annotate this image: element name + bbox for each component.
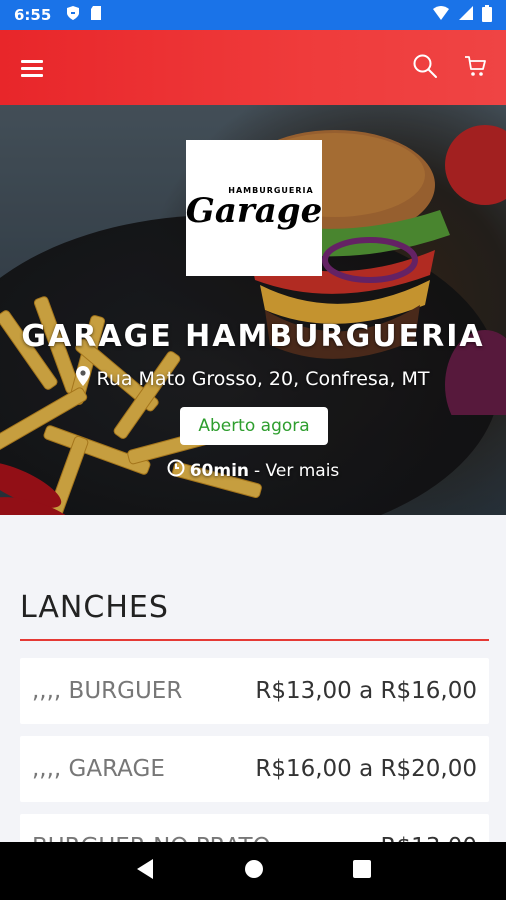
restaurant-address: Rua Mato Grosso, 20, Confresa, MT [0, 366, 506, 391]
menu-item-price: R$16,00 a R$20,00 [255, 756, 477, 782]
address-text: Rua Mato Grosso, 20, Confresa, MT [96, 367, 430, 390]
menu-item-card[interactable]: ,,,, GARAGE R$16,00 a R$20,00 [20, 736, 489, 802]
restaurant-logo: HAMBURGUERIA Garage [186, 140, 322, 276]
back-icon[interactable] [135, 858, 155, 884]
status-time: 6:55 [14, 6, 52, 24]
status-bar: 6:55 [0, 0, 506, 30]
menu-item-name: ,,,, BURGUER [32, 678, 183, 704]
menu-item-price: R$13,00 a R$16,00 [255, 678, 477, 704]
shield-icon [65, 5, 81, 25]
sd-card-icon [89, 5, 103, 25]
delivery-time[interactable]: 60min - Ver mais [0, 459, 506, 482]
clock-icon [167, 459, 185, 482]
menu-item-card[interactable]: ,,,, BURGUER R$13,00 a R$16,00 [20, 658, 489, 724]
menu-item-name: ,,,, GARAGE [32, 756, 165, 782]
open-status-badge: Aberto agora [180, 407, 328, 445]
app-bar [0, 30, 506, 105]
battery-icon [482, 4, 492, 26]
home-icon[interactable] [244, 859, 264, 883]
wifi-icon [432, 5, 450, 25]
delivery-time-value: 60min [189, 460, 250, 481]
recents-icon[interactable] [353, 860, 372, 882]
search-icon[interactable] [412, 53, 438, 83]
system-nav-bar [0, 842, 506, 900]
location-pin-icon [76, 366, 91, 391]
signal-icon [458, 5, 474, 25]
restaurant-name: GARAGE HAMBURGUERIA [21, 319, 485, 354]
menu-icon[interactable] [18, 54, 46, 82]
cart-icon[interactable] [464, 54, 488, 82]
section-divider [20, 639, 489, 641]
restaurant-banner: HAMBURGUERIA Garage GARAGE HAMBURGUERIA … [0, 105, 506, 515]
section-title: LANCHES [20, 590, 169, 625]
see-more-link[interactable]: - Ver mais [254, 461, 339, 481]
